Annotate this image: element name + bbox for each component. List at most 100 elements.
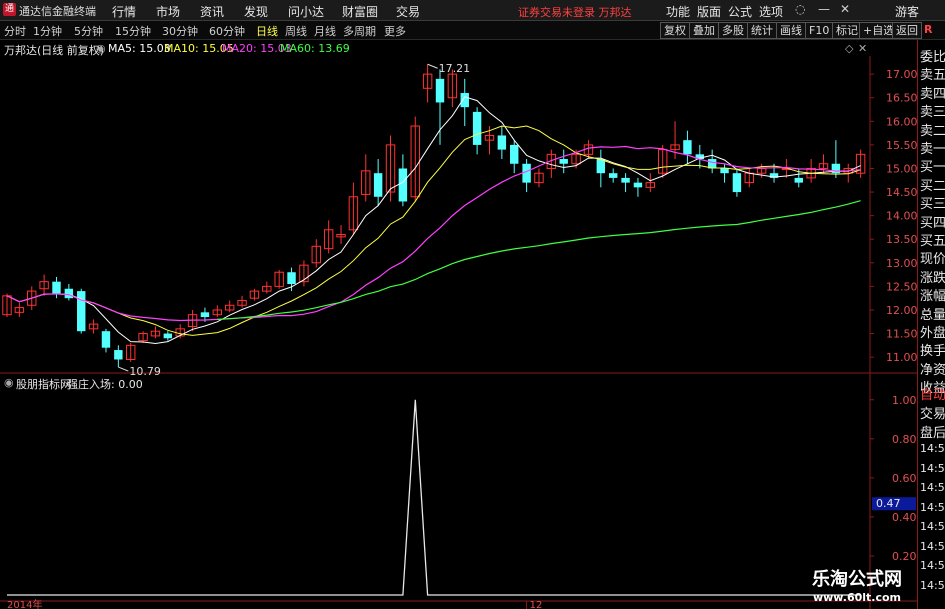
app-logo-icon: 通 <box>3 3 16 16</box>
menu-item-banmian[interactable]: 版面 <box>697 3 721 20</box>
help-icon[interactable]: ◌ <box>795 2 805 16</box>
tab-multi-period[interactable]: 多周期 <box>343 23 376 39</box>
overlay-button[interactable]: 叠加 <box>689 22 719 39</box>
ma60-line <box>217 200 861 320</box>
indicator-settings-icon[interactable]: ◉ <box>4 376 14 389</box>
quote-field-16: 换手 <box>920 344 945 360</box>
price-axis-label: 14.00 <box>886 210 917 223</box>
settings-icon[interactable]: ◉ <box>96 42 106 55</box>
panel-close-icon[interactable]: ✕ <box>858 42 867 55</box>
draw-line-button[interactable]: 画线 <box>776 22 806 39</box>
candle-body <box>52 281 61 294</box>
quote-field-13: 涨幅 <box>920 289 945 305</box>
tab-5min[interactable]: 5分钟 <box>74 23 103 39</box>
tab-daily[interactable]: 日线 <box>256 23 278 39</box>
trade-time-0: 14:56 <box>920 442 945 455</box>
guest-label[interactable]: 游客 <box>895 3 919 20</box>
trade-time-1: 14:56 <box>920 461 945 475</box>
quote-field-3: 卖三 <box>920 105 945 121</box>
panel-tab-2[interactable]: 盘后 <box>920 422 945 441</box>
close-icon[interactable]: ✕ <box>840 2 850 16</box>
price-axis-label: 11.50 <box>886 328 917 341</box>
candle-body <box>472 111 482 145</box>
candle-body <box>64 288 74 299</box>
menu-item-caifuquan[interactable]: 财富圈 <box>342 3 378 20</box>
quote-field-11: 现价 <box>920 252 945 268</box>
indicator-current-value: 0.47 <box>876 497 901 510</box>
menu-item-jiaoyi[interactable]: 交易 <box>396 3 420 20</box>
price-axis-label: 16.00 <box>886 115 917 128</box>
tab-30min[interactable]: 30分钟 <box>162 23 198 39</box>
diamond-icon[interactable]: ◇ <box>845 42 853 55</box>
candle-body <box>596 159 606 174</box>
price-axis-label: 12.50 <box>886 280 917 293</box>
stock-title[interactable]: 万邦达(日线 前复权) <box>4 42 104 58</box>
fuquan-button[interactable]: 复权 <box>660 22 690 39</box>
tab-monthly[interactable]: 月线 <box>314 23 336 39</box>
candle-body <box>497 135 507 150</box>
menu-item-xuanxiang[interactable]: 选项 <box>759 3 783 20</box>
price-axis-label: 13.50 <box>886 233 917 246</box>
quote-field-14: 总量 <box>920 307 945 323</box>
tab-more[interactable]: 更多 <box>384 23 406 39</box>
timeframe-toolbar: 分时 1分钟 5分钟 15分钟 30分钟 60分钟 日线 周线 月线 多周期 更… <box>0 21 945 40</box>
ma10-line <box>6 125 861 336</box>
login-warning[interactable]: 证券交易未登录 万邦达 <box>518 4 632 20</box>
candle-body <box>559 159 568 164</box>
menu-item-gongneng[interactable]: 功能 <box>666 3 690 20</box>
menu-item-faxian[interactable]: 发现 <box>244 3 268 20</box>
tab-60min[interactable]: 60分钟 <box>209 23 245 39</box>
indicator-axis-label: 0.20 <box>892 550 917 563</box>
trade-time-4: 14:56 <box>920 520 945 533</box>
trade-time-3: 14:56 <box>920 500 945 514</box>
high-marker-line <box>427 63 438 69</box>
ma20-line <box>6 145 861 322</box>
indicator-axis-label: 1.00 <box>892 394 917 407</box>
quote-field-6: 买一 <box>920 160 945 176</box>
candle-body <box>114 350 123 360</box>
right-panel-toggle[interactable]: R <box>924 23 932 36</box>
candle-body <box>720 168 729 174</box>
menu-item-zixun[interactable]: 资讯 <box>200 3 224 20</box>
back-button[interactable]: 返回 <box>892 22 922 39</box>
candle-body <box>510 144 519 164</box>
date-axis-label: 2014年 <box>7 598 42 609</box>
indicator-axis-label: 0.60 <box>892 472 917 485</box>
menu-item-hangqing[interactable]: 行情 <box>112 3 136 20</box>
candle-body <box>163 333 173 339</box>
menu-item-shichang[interactable]: 市场 <box>156 3 180 20</box>
panel-tab-1[interactable]: 交易 <box>920 403 945 422</box>
indicator-label: 强庄入场: 0.00 <box>67 378 143 391</box>
tab-15min[interactable]: 15分钟 <box>115 23 151 39</box>
trade-time-6: 14:56 <box>920 559 945 572</box>
price-axis-label: 14.50 <box>886 186 917 199</box>
candle-body <box>683 140 692 155</box>
price-axis-label: 16.50 <box>886 92 917 105</box>
indicator-line <box>7 399 861 596</box>
quote-field-15: 外盘 <box>920 326 945 341</box>
tab-1min[interactable]: 1分钟 <box>33 23 62 39</box>
minimize-icon[interactable]: — <box>818 2 830 16</box>
ma5-line <box>6 96 861 345</box>
quote-field-2: 卖四 <box>920 86 945 102</box>
price-axis-label: 15.00 <box>886 162 917 175</box>
candle-body <box>732 173 742 193</box>
f10-button[interactable]: F10 <box>805 22 834 39</box>
tab-weekly[interactable]: 周线 <box>285 23 307 39</box>
indicator-name[interactable]: 股朋指标网 <box>16 376 71 392</box>
multi-stock-button[interactable]: 多股 <box>718 22 748 39</box>
candle-body <box>101 331 111 348</box>
low-marker-line <box>118 366 129 372</box>
ma60-label: MA60: 13.69 <box>280 42 350 55</box>
mark-button[interactable]: 标记 <box>832 22 862 39</box>
menu-item-gongshi[interactable]: 公式 <box>728 3 752 20</box>
panel-tab-0[interactable]: 自动 <box>920 384 945 403</box>
candle-body <box>621 177 630 183</box>
watermark-title: 乐淘公式网 <box>812 569 902 590</box>
price-chart: 17.00 16.50 16.00 15.50 15.00 14.50 14.00 13.50… <box>0 56 917 609</box>
statistics-button[interactable]: 统计 <box>747 22 777 39</box>
menu-item-wenxiaoda[interactable]: 问小达 <box>288 3 324 20</box>
trade-time-2: 14:56 <box>920 481 945 494</box>
quote-field-9: 买四 <box>920 215 945 231</box>
tab-fenshi[interactable]: 分时 <box>4 23 26 39</box>
